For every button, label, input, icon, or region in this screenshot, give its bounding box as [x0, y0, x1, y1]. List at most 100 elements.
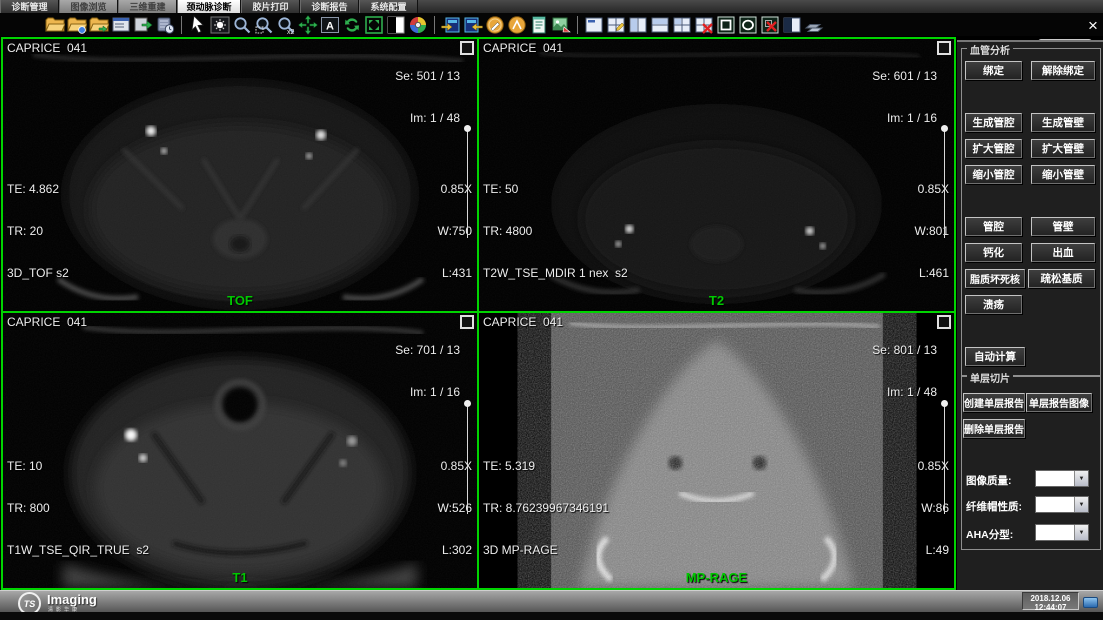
image-scroll-slider[interactable]: [944, 404, 945, 514]
folder-import-icon[interactable]: [89, 15, 109, 35]
zoom-icon[interactable]: [232, 15, 252, 35]
viewport-checkbox[interactable]: [937, 315, 951, 329]
layout-single-icon[interactable]: [584, 15, 604, 35]
tab-diagnosis-report[interactable]: 诊断报告: [300, 0, 359, 13]
report-icon[interactable]: [529, 15, 549, 35]
expand-lumen-button[interactable]: 扩大管腔: [965, 139, 1022, 158]
viewport-mprage[interactable]: CAPRICE 041 Se: 801 / 13 Im: 1 / 48 TE: …: [479, 313, 954, 588]
series-label: Se: 501 / 13: [395, 69, 460, 83]
roi-remove-icon[interactable]: [760, 15, 780, 35]
worklist-icon[interactable]: [111, 15, 131, 35]
acquisition-info: TE: 50 TR: 4800 T2W_TSE_MDIR 1 nex s2: [483, 154, 628, 308]
image-label: Im: 1 / 16: [872, 111, 937, 125]
layout-edit-icon[interactable]: [606, 15, 626, 35]
slice-report-image-button[interactable]: 单层报告图像: [1026, 393, 1092, 412]
import-series-icon[interactable]: [441, 15, 461, 35]
aha-type-select[interactable]: ▼: [1035, 524, 1089, 541]
viewport-tof[interactable]: CAPRICE 041 Se: 501 / 13 Im: 1 / 48 TE: …: [3, 39, 477, 311]
film-icon[interactable]: [804, 15, 824, 35]
cursor-icon[interactable]: [188, 15, 208, 35]
expand-wall-button[interactable]: 扩大管壁: [1031, 139, 1095, 158]
lumen-button[interactable]: 管腔: [965, 217, 1022, 236]
folder-open-icon[interactable]: [45, 15, 65, 35]
chevron-down-icon[interactable]: ▼: [1074, 471, 1088, 486]
tab-film-print[interactable]: 胶片打印: [241, 0, 300, 13]
sequence-label: T2W_TSE_MDIR 1 nex s2: [483, 266, 628, 280]
wall-button[interactable]: 管壁: [1031, 217, 1095, 236]
image-scroll-slider[interactable]: [944, 129, 945, 238]
toolbar-separator: [181, 16, 182, 34]
shrink-wall-button[interactable]: 缩小管壁: [1031, 165, 1095, 184]
close-icon[interactable]: ×: [1084, 17, 1102, 35]
measure-length-icon[interactable]: [485, 15, 505, 35]
unbind-button[interactable]: 解除绑定: [1031, 61, 1095, 80]
level-label: L:302: [438, 543, 472, 557]
viewport-t2[interactable]: CAPRICE 041 Se: 601 / 13 Im: 1 / 16 TE: …: [479, 39, 954, 311]
image-scroll-slider[interactable]: [467, 404, 468, 514]
generate-wall-button[interactable]: 生成管壁: [1031, 113, 1095, 132]
measure-angle-icon[interactable]: [507, 15, 527, 35]
layout-horizontal-icon[interactable]: [650, 15, 670, 35]
roi-rect-icon[interactable]: [716, 15, 736, 35]
viewport-checkbox[interactable]: [460, 41, 474, 55]
create-slice-report-button[interactable]: 创建单层报告: [963, 393, 1025, 412]
shrink-lumen-button[interactable]: 缩小管腔: [965, 165, 1022, 184]
layout-2x2-icon[interactable]: [672, 15, 692, 35]
refresh-icon[interactable]: [342, 15, 362, 35]
language-indicator-icon[interactable]: [1083, 597, 1098, 608]
chevron-down-icon[interactable]: ▼: [1074, 525, 1088, 540]
auto-calculate-button[interactable]: 自动计算: [965, 347, 1025, 366]
fibrous-cap-select[interactable]: ▼: [1035, 496, 1089, 513]
acquisition-info: TE: 5.319 TR: 8.76239967346191 3D MP-RAG…: [483, 431, 609, 585]
series-info: Se: 801 / 13 Im: 1 / 48: [872, 315, 937, 427]
tab-system-config[interactable]: 系统配置: [359, 0, 418, 13]
image-label: Im: 1 / 16: [395, 385, 460, 399]
archive-icon[interactable]: [155, 15, 175, 35]
series-info: Se: 501 / 13 Im: 1 / 48: [395, 41, 460, 153]
folder-patient-icon[interactable]: [67, 15, 87, 35]
invert-icon[interactable]: [386, 15, 406, 35]
export-series-icon[interactable]: [463, 15, 483, 35]
viewport-checkbox[interactable]: [460, 315, 474, 329]
bind-button[interactable]: 绑定: [965, 61, 1022, 80]
layout-remove-icon[interactable]: [694, 15, 714, 35]
tab-diagnosis-management[interactable]: 诊断管理: [0, 0, 59, 13]
save-image-icon[interactable]: [551, 15, 571, 35]
layout-split-icon[interactable]: [782, 15, 802, 35]
menu-bar: 诊断管理 图像浏览 三维重建 颈动脉诊断 胶片打印 诊断报告 系统配置: [0, 0, 1103, 13]
bottom-strip: [0, 612, 1103, 620]
series-label: Se: 801 / 13: [872, 343, 937, 357]
roi-ellipse-icon[interactable]: [738, 15, 758, 35]
image-quality-select[interactable]: ▼: [1035, 470, 1089, 487]
generate-lumen-button[interactable]: 生成管腔: [965, 113, 1022, 132]
tab-image-browse[interactable]: 图像浏览: [59, 0, 118, 13]
lipid-core-button[interactable]: 脂质坏死核: [965, 269, 1025, 288]
zoom-region-icon[interactable]: [254, 15, 274, 35]
pan-icon[interactable]: [298, 15, 318, 35]
image-quality-label: 图像质量:: [966, 473, 1012, 488]
image-label: Im: 1 / 48: [872, 385, 937, 399]
viewport-grid: CAPRICE 041 Se: 501 / 13 Im: 1 / 48 TE: …: [1, 37, 956, 590]
window-level-icon[interactable]: [210, 15, 230, 35]
ulcer-button[interactable]: 溃疡: [965, 295, 1022, 314]
delete-slice-report-button[interactable]: 删除单层报告: [963, 419, 1025, 438]
viewport-t1[interactable]: CAPRICE 041 Se: 701 / 13 Im: 1 / 16 TE: …: [3, 313, 477, 588]
tab-carotid-diagnosis[interactable]: 颈动脉诊断: [177, 0, 241, 13]
fit-screen-icon[interactable]: [364, 15, 384, 35]
image-scroll-slider[interactable]: [467, 129, 468, 238]
palette-icon[interactable]: [408, 15, 428, 35]
sequence-label: 3D MP-RAGE: [483, 543, 609, 557]
export-patient-icon[interactable]: [133, 15, 153, 35]
viewport-checkbox[interactable]: [937, 41, 951, 55]
hemorrhage-button[interactable]: 出血: [1031, 243, 1095, 262]
patient-label: CAPRICE 041: [483, 315, 563, 329]
loose-matrix-button[interactable]: 疏松基质: [1028, 269, 1095, 288]
layout-vertical-icon[interactable]: [628, 15, 648, 35]
acquisition-info: TE: 10 TR: 800 T1W_TSE_QIR_TRUE s2: [7, 431, 149, 585]
single-slice-group: 单层切片 创建单层报告 单层报告图像 删除单层报告 图像质量: ▼ 纤维帽性质:…: [961, 376, 1101, 550]
zoom-2x-icon[interactable]: x2: [276, 15, 296, 35]
chevron-down-icon[interactable]: ▼: [1074, 497, 1088, 512]
annotation-icon[interactable]: A: [320, 15, 340, 35]
tab-3d-reconstruction[interactable]: 三维重建: [118, 0, 177, 13]
calcification-button[interactable]: 钙化: [965, 243, 1022, 262]
